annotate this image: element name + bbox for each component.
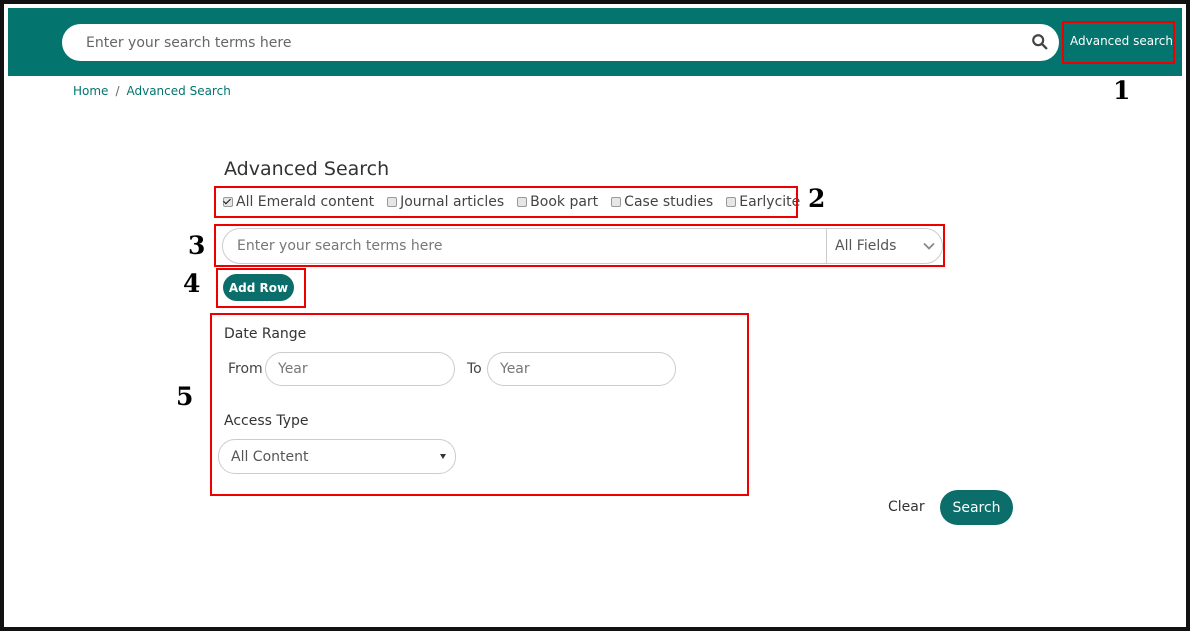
page-title: Advanced Search: [224, 158, 390, 180]
annotation-box-3: [214, 224, 945, 267]
search-button[interactable]: Search: [940, 490, 1013, 525]
breadcrumb-separator: /: [115, 84, 120, 98]
search-icon[interactable]: [1031, 33, 1049, 51]
header-search-input[interactable]: Enter your search terms here: [62, 24, 1059, 61]
annotation-box-2: [214, 186, 798, 218]
header-search-placeholder: Enter your search terms here: [86, 34, 292, 51]
annotation-number-4: 4: [183, 269, 201, 298]
annotation-number-2: 2: [808, 184, 826, 213]
breadcrumb: Home / Advanced Search: [73, 84, 231, 98]
annotation-number-3: 3: [188, 231, 206, 260]
annotation-number-5: 5: [176, 382, 194, 411]
breadcrumb-current[interactable]: Advanced Search: [126, 84, 230, 98]
clear-button[interactable]: Clear: [888, 499, 925, 515]
breadcrumb-home[interactable]: Home: [73, 84, 108, 98]
annotation-box-5: [210, 313, 749, 496]
annotation-box-1: [1062, 21, 1175, 64]
annotation-number-1: 1: [1113, 76, 1131, 105]
annotation-box-4: [216, 268, 306, 308]
